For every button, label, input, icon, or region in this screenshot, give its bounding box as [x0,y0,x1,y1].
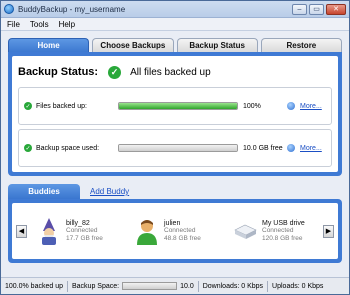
files-backed-up-value: 100% [243,102,261,110]
wizard-avatar-icon [37,217,61,245]
window-title: BuddyBackup - my_username [18,4,126,14]
files-backed-up-label: Files backed up: [36,102,87,110]
checkmark-icon: ✓ [24,144,32,152]
tab-backup-status[interactable]: Backup Status [176,38,258,53]
backup-space-label: Backup space used: [36,144,100,152]
backup-status-row: Backup Status: ✓ All files backed up [18,61,332,83]
buddy-name: billy_82 [66,219,90,227]
menu-file[interactable]: File [7,20,20,29]
separator [67,280,68,292]
home-panel-content: Backup Status: ✓ All files backed up ✓ F… [12,56,338,172]
info-icon [287,102,295,110]
minimize-button[interactable]: – [292,3,307,15]
backup-space-box: ✓ Backup space used: 10.0 GB free More..… [18,129,332,167]
buddy-item[interactable]: billy_82 Connected 17.7 GB free [37,217,125,245]
menu-tools[interactable]: Tools [30,20,49,29]
buddy-tabs: Buddies Add Buddy [8,184,129,199]
buddy-free-space: 48.8 GB free [164,234,201,242]
upload-speed: Uploads: 0 Kbps [272,282,324,290]
files-backed-up-box: ✓ Files backed up: 100% More... [18,87,332,125]
tab-buddies[interactable]: Buddies [8,184,80,199]
person-avatar-icon [135,217,159,245]
buddy-status: Connected [164,226,196,234]
add-buddy-link[interactable]: Add Buddy [90,184,129,199]
buddy-status: Connected [66,226,98,234]
close-button[interactable]: ✕ [326,3,346,15]
usb-drive-icon [233,217,257,245]
buddy-status: Connected [262,226,294,234]
main-tabs: Home Choose Backups Backup Status Restor… [8,38,342,53]
app-logo-icon [4,4,14,14]
menu-bar: File Tools Help [1,18,349,31]
backup-space-value: 10.0 GB free [243,144,283,152]
checkmark-icon: ✓ [108,65,122,79]
backup-status-label: Backup Status: [18,66,99,78]
files-backed-up-bar-fill [119,103,237,109]
title-bar: BuddyBackup - my_username – ▭ ✕ [1,1,349,18]
backup-space-status-label: Backup Space: [72,282,120,290]
files-more-link[interactable]: More... [300,103,326,110]
buddy-free-space: 120.8 GB free [262,234,303,242]
backup-space-status-bar [122,282,178,290]
buddy-item[interactable]: My USB drive Connected 120.8 GB free [233,217,321,245]
backup-space-bar [118,144,238,152]
buddy-item[interactable]: julien Connected 48.8 GB free [135,217,223,245]
buddy-name: My USB drive [262,219,305,227]
backed-up-percent: 100.0% backed up [5,282,63,290]
scroll-right-button[interactable]: ▶ [323,224,334,238]
buddies-panel: ◀ billy_82 Connected 17.7 GB free julien… [8,199,342,263]
backup-status-text: All files backed up [130,66,211,78]
menu-help[interactable]: Help [59,20,75,29]
maximize-button[interactable]: ▭ [309,3,324,15]
backup-space-bar-fill [119,145,237,151]
app-window: BuddyBackup - my_username – ▭ ✕ File Too… [0,0,350,295]
separator [197,280,199,292]
separator [267,280,269,292]
scroll-left-button[interactable]: ◀ [16,224,27,238]
info-icon [287,144,295,152]
tab-home[interactable]: Home [8,38,90,53]
download-speed: Downloads: 0 Kbps [202,282,264,290]
backup-space-status-value: 10.0 [180,282,194,290]
buddy-name: julien [164,219,181,227]
home-panel: Backup Status: ✓ All files backed up ✓ F… [8,52,342,176]
checkmark-icon: ✓ [24,102,32,110]
files-backed-up-bar [118,102,238,110]
space-more-link[interactable]: More... [300,145,326,152]
buddies-list: ◀ billy_82 Connected 17.7 GB free julien… [12,203,338,259]
status-bar: 100.0% backed up Backup Space: 10.0 Down… [1,277,349,294]
tab-choose-backups[interactable]: Choose Backups [92,38,174,53]
buddy-free-space: 17.7 GB free [66,234,103,242]
tab-restore[interactable]: Restore [260,38,342,53]
